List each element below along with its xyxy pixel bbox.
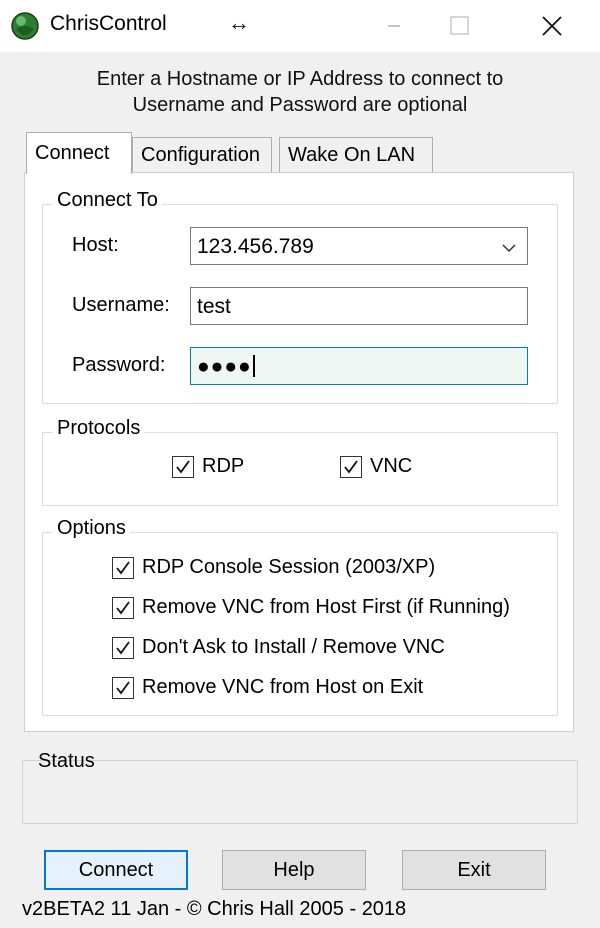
maximize-icon [450,16,469,35]
tab-label: Connect [35,142,110,164]
window-title: ChrisControl [50,12,167,35]
host-value: 123.456.789 [197,235,314,258]
minimize-icon [388,25,400,27]
password-value: ●●●● [197,355,252,378]
group-label: Connect To [53,189,162,212]
checkbox-checked-icon[interactable] [112,556,134,579]
username-input[interactable]: test [190,287,528,325]
connect-button[interactable]: Connect [44,850,188,890]
group-label: Options [53,517,130,540]
status-label: Status [38,750,95,772]
option-remove-vnc-exit-checkbox[interactable]: Remove VNC from Host on Exit [112,676,423,699]
vnc-checkbox[interactable]: VNC [340,455,412,478]
close-icon [542,16,562,36]
username-value: test [197,295,231,318]
password-label: Password: [72,354,166,376]
checkbox-checked-icon[interactable] [112,676,134,699]
checkbox-checked-icon[interactable] [340,455,362,478]
instruction-line-1: Enter a Hostname or IP Address to connec… [96,68,504,90]
checkbox-label: Remove VNC from Host First (if Running) [142,596,510,618]
button-label: Connect [78,858,154,881]
group-label: Protocols [53,417,145,440]
title-bar[interactable]: ChrisControl ↔ [0,0,600,52]
checkbox-label: VNC [370,455,413,477]
checkbox-checked-icon[interactable] [112,596,134,619]
tab-wake-on-lan[interactable]: Wake On LAN [279,137,433,173]
instruction-line-2: Username and Password are optional [132,94,468,116]
rdp-checkbox[interactable]: RDP [172,455,244,478]
checkbox-checked-icon[interactable] [172,455,194,478]
host-label: Host: [72,234,119,256]
checkbox-label: Remove VNC from Host on Exit [142,676,424,698]
resize-arrows-icon: ↔ [228,10,250,35]
status-box [22,760,578,824]
minimize-button[interactable] [364,0,424,52]
checkbox-label: RDP [202,455,245,477]
protocols-group: Protocols [42,417,558,506]
username-label: Username: [72,294,170,316]
button-label: Exit [457,858,491,881]
tab-label: Configuration [141,144,260,166]
password-input[interactable]: ●●●● [190,347,528,385]
option-dont-ask-checkbox[interactable]: Don't Ask to Install / Remove VNC [112,636,445,659]
tab-connect[interactable]: Connect [26,132,132,174]
help-button[interactable]: Help [222,850,366,890]
checkbox-label: Don't Ask to Install / Remove VNC [142,636,445,658]
text-caret [252,355,255,377]
globe-icon [10,11,40,41]
tab-label: Wake On LAN [288,144,416,166]
chevron-down-icon[interactable] [501,238,517,262]
checkbox-checked-icon[interactable] [112,636,134,659]
tab-configuration[interactable]: Configuration [132,137,272,173]
host-combobox[interactable]: 123.456.789 [190,227,528,265]
option-rdp-console-checkbox[interactable]: RDP Console Session (2003/XP) [112,556,435,579]
option-remove-vnc-first-checkbox[interactable]: Remove VNC from Host First (if Running) [112,596,510,619]
button-label: Help [273,858,315,881]
maximize-button[interactable] [430,0,490,52]
checkbox-label: RDP Console Session (2003/XP) [142,556,436,578]
version-footer: v2BETA2 11 Jan - © Chris Hall 2005 - 201… [22,898,407,920]
close-button[interactable] [522,0,582,52]
exit-button[interactable]: Exit [402,850,546,890]
